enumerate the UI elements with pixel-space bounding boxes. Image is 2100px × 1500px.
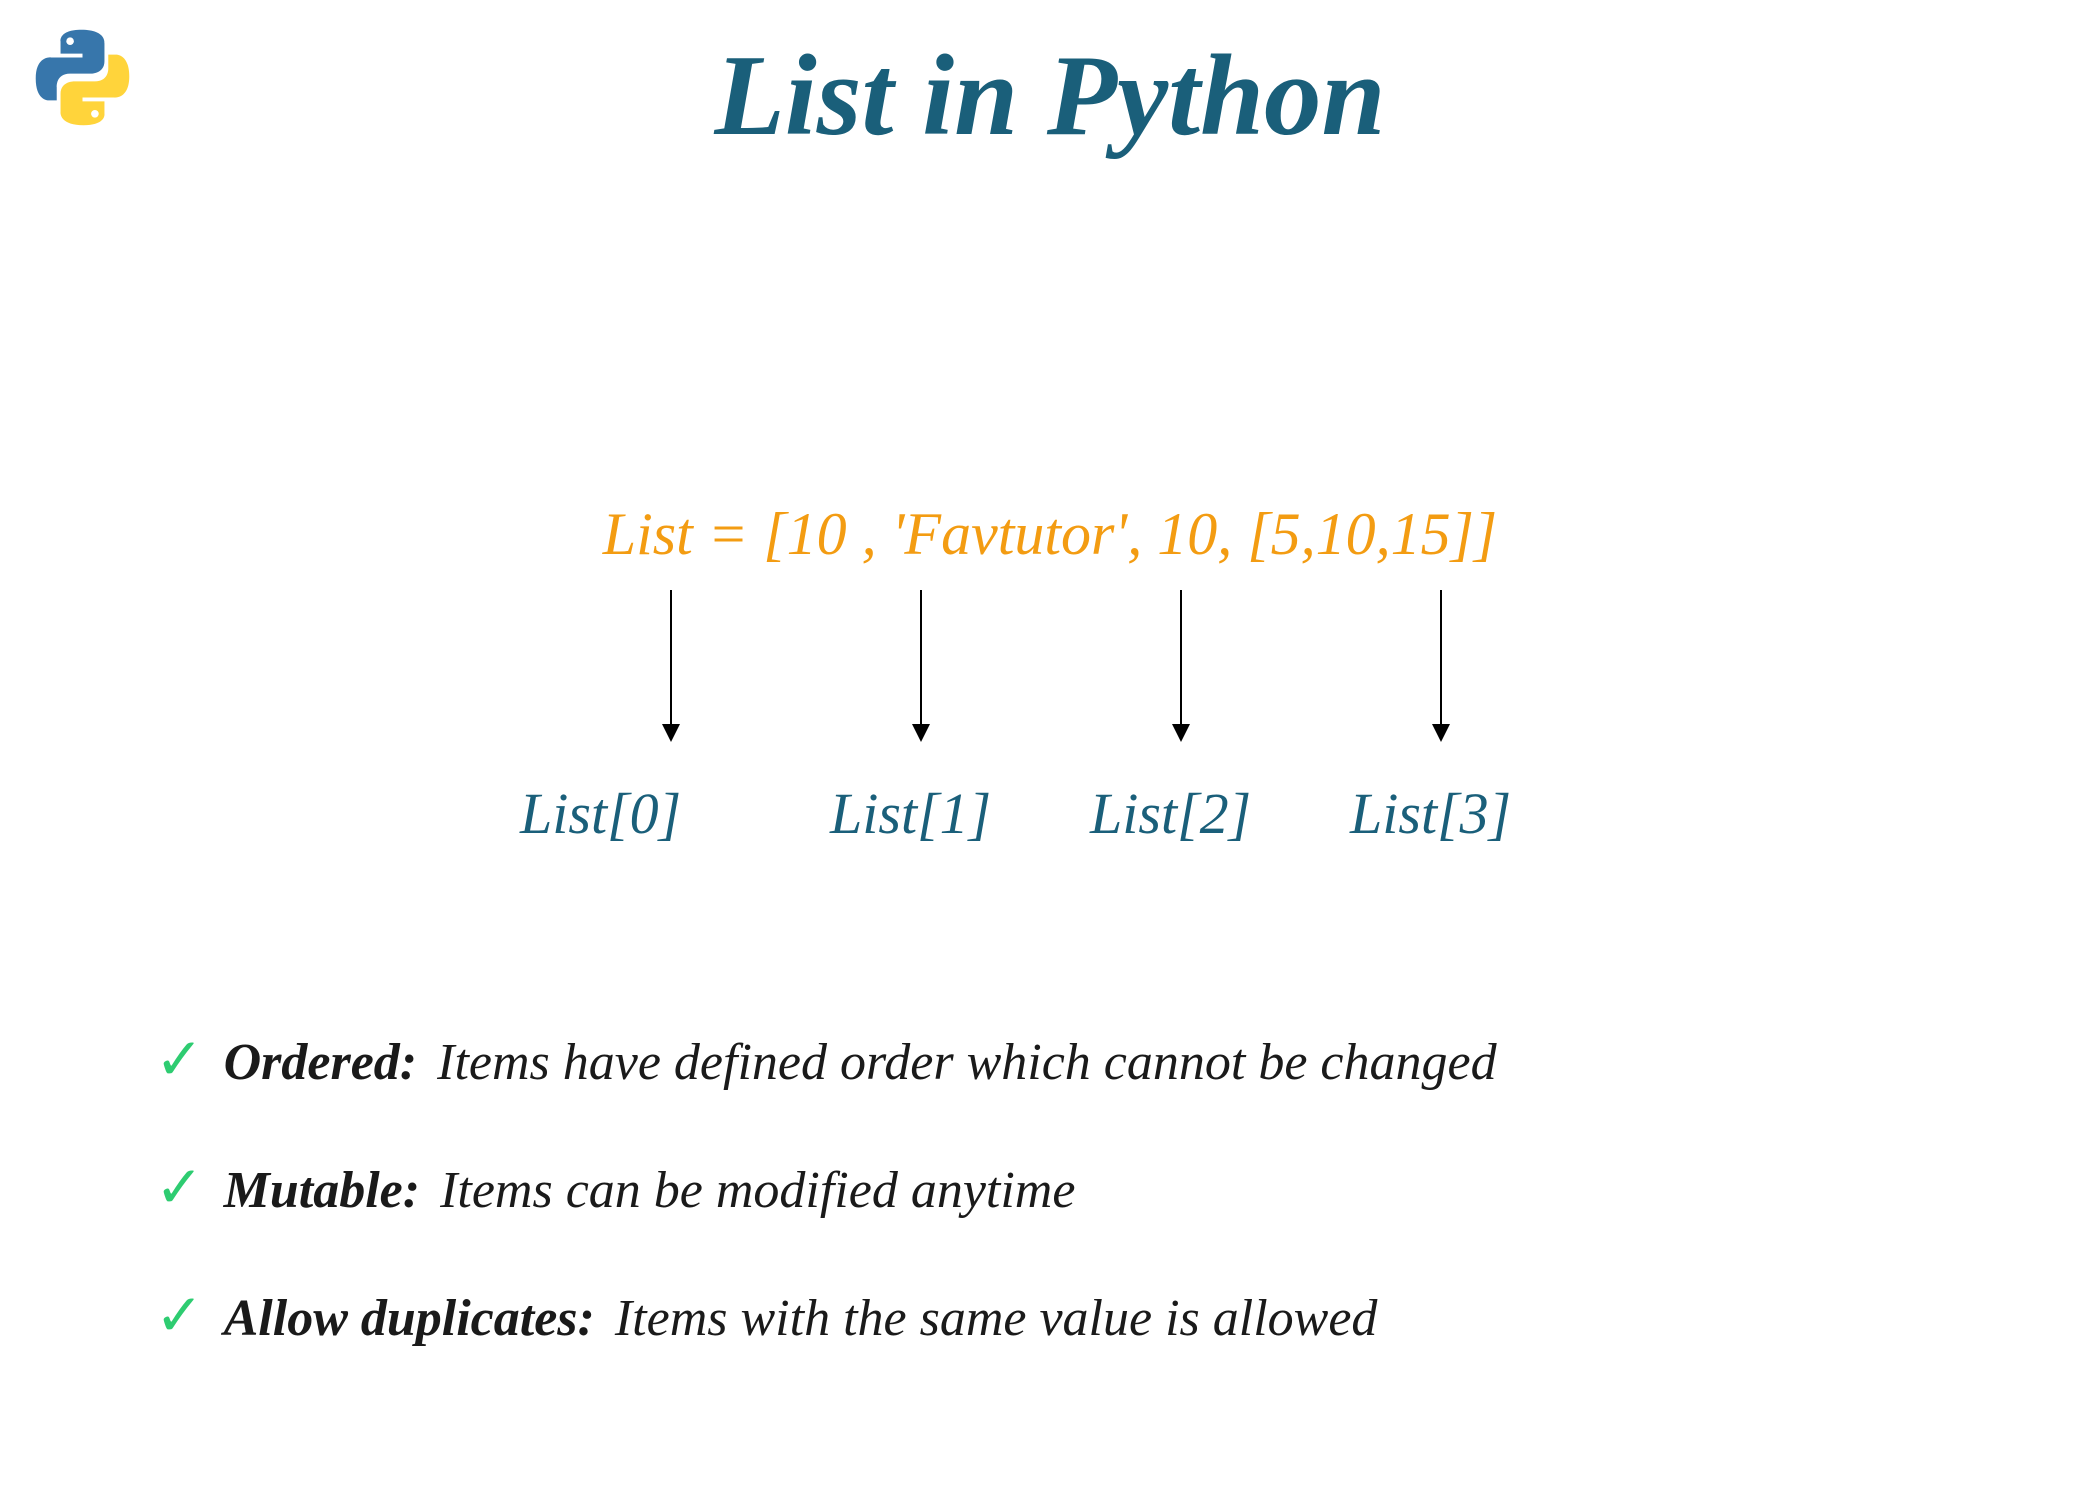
index-label-2: List[2] (1090, 780, 1251, 847)
property-name: Mutable: (224, 1161, 420, 1220)
checkmark-icon: ✓ (155, 1025, 204, 1093)
checkmark-icon: ✓ (155, 1153, 204, 1221)
property-desc: Items have defined order which cannot be… (437, 1033, 1496, 1092)
index-label-3: List[3] (1350, 780, 1511, 847)
arrow-down-icon (1440, 590, 1442, 740)
property-mutable: ✓ Mutable: Items can be modified anytime (155, 1153, 1955, 1221)
property-ordered: ✓ Ordered: Items have defined order whic… (155, 1025, 1955, 1093)
properties-list: ✓ Ordered: Items have defined order whic… (155, 1025, 1955, 1409)
page-title: List in Python (715, 30, 1386, 162)
arrow-down-icon (920, 590, 922, 740)
property-duplicates: ✓ Allow duplicates: Items with the same … (155, 1281, 1955, 1349)
arrow-down-icon (670, 590, 672, 740)
arrow-down-icon (1180, 590, 1182, 740)
property-desc: Items can be modified anytime (440, 1161, 1075, 1220)
property-name: Ordered: (224, 1033, 418, 1092)
index-label-1: List[1] (830, 780, 991, 847)
property-name: Allow duplicates: (224, 1289, 595, 1348)
index-label-0: List[0] (520, 780, 681, 847)
checkmark-icon: ✓ (155, 1281, 204, 1349)
python-logo-icon (30, 25, 135, 130)
property-desc: Items with the same value is allowed (615, 1289, 1378, 1348)
list-definition-code: List = [10 , 'Favtutor', 10, [5,10,15]] (603, 500, 1498, 569)
